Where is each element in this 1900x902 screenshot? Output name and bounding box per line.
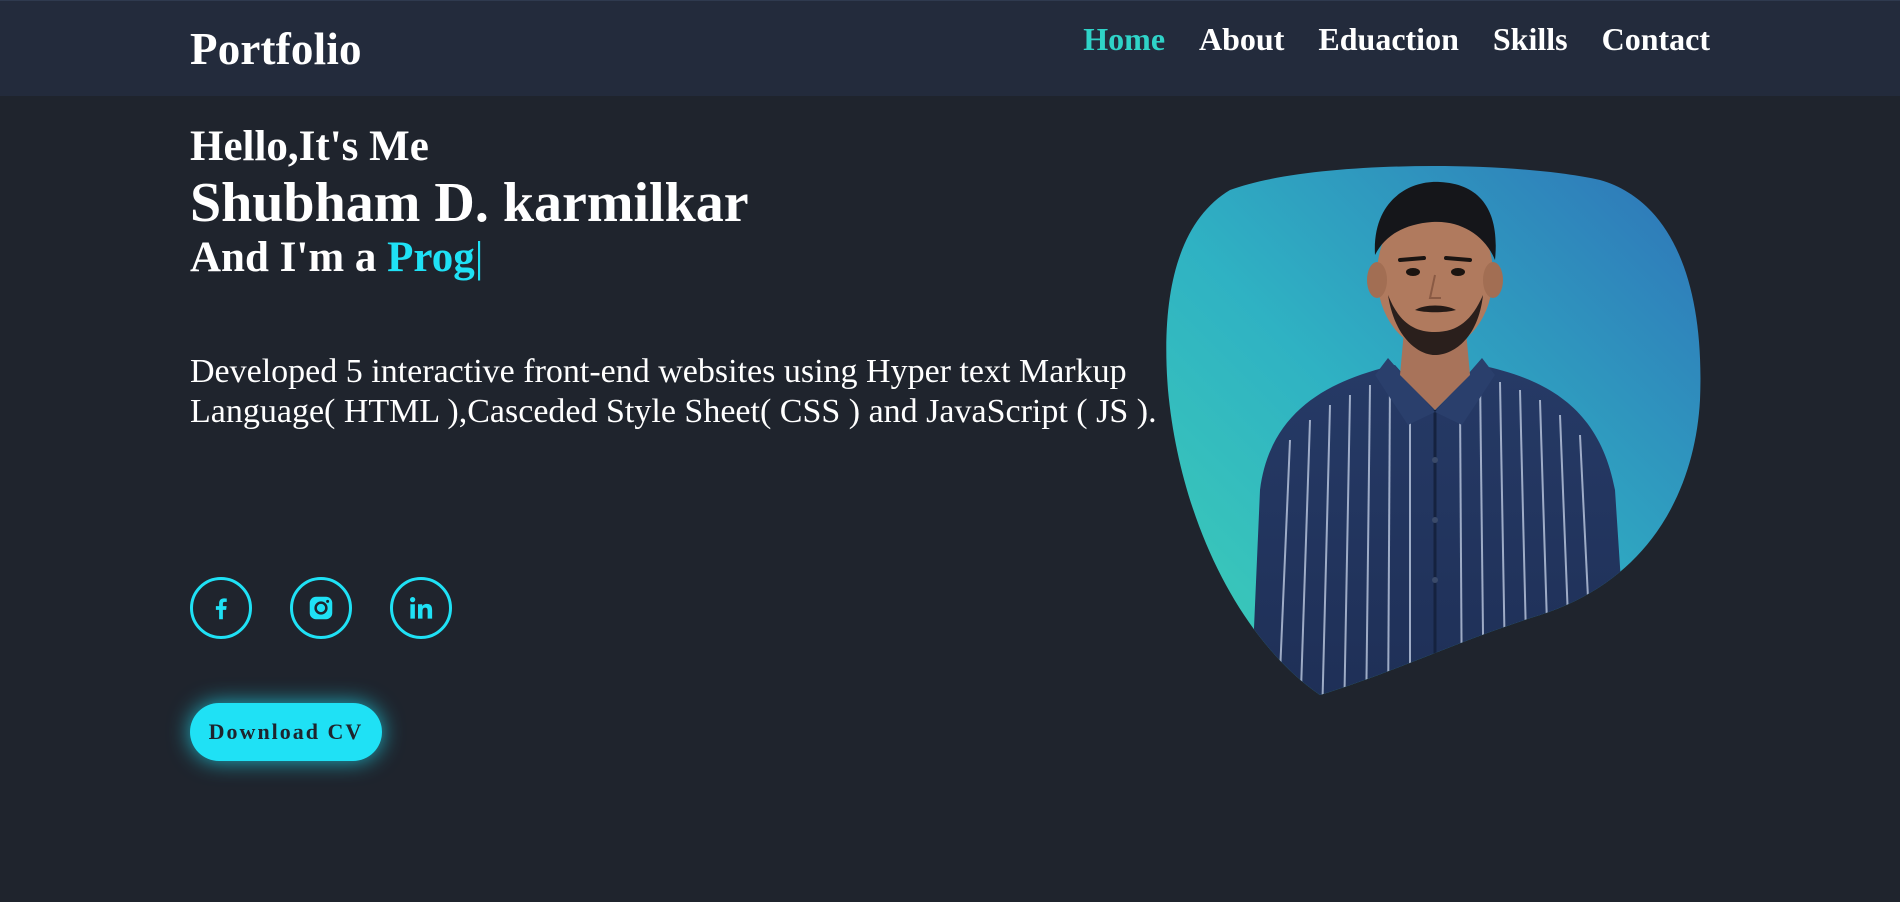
linkedin-icon [410,597,433,619]
typing-cursor: | [474,234,484,281]
download-cv-button[interactable]: Download CV [190,703,382,761]
hero-role: And I'm a Prog| [190,234,1170,282]
navbar: Portfolio Home About Eduaction Skills Co… [0,0,1900,96]
nav-skills[interactable]: Skills [1493,21,1568,58]
hero-name: Shubham D. karmilkar [190,172,749,234]
instagram-icon [309,596,333,620]
nav-home[interactable]: Home [1083,21,1165,58]
role-prefix: And I'm a [190,234,377,281]
site-logo[interactable]: Portfolio [190,23,362,75]
linkedin-link[interactable] [390,577,452,639]
facebook-link[interactable] [190,577,252,639]
hero-text: Hello,It's Me Shubham D. karmilkar And I… [190,122,1170,466]
facebook-icon [215,598,227,620]
role-typed-text: Prog [387,234,475,281]
profile-photo [1160,160,1710,710]
hero-description: Developed 5 interactive front-end websit… [190,353,1157,430]
nav-education[interactable]: Eduaction [1318,21,1458,58]
nav-contact[interactable]: Contact [1602,21,1710,58]
instagram-link[interactable] [290,577,352,639]
nav-links: Home About Eduaction Skills Contact [1083,21,1710,58]
hero-greeting: Hello,It's Me [190,123,429,170]
social-links [190,577,452,639]
profile-photo-graphic [1166,166,1701,696]
nav-about[interactable]: About [1199,21,1284,58]
